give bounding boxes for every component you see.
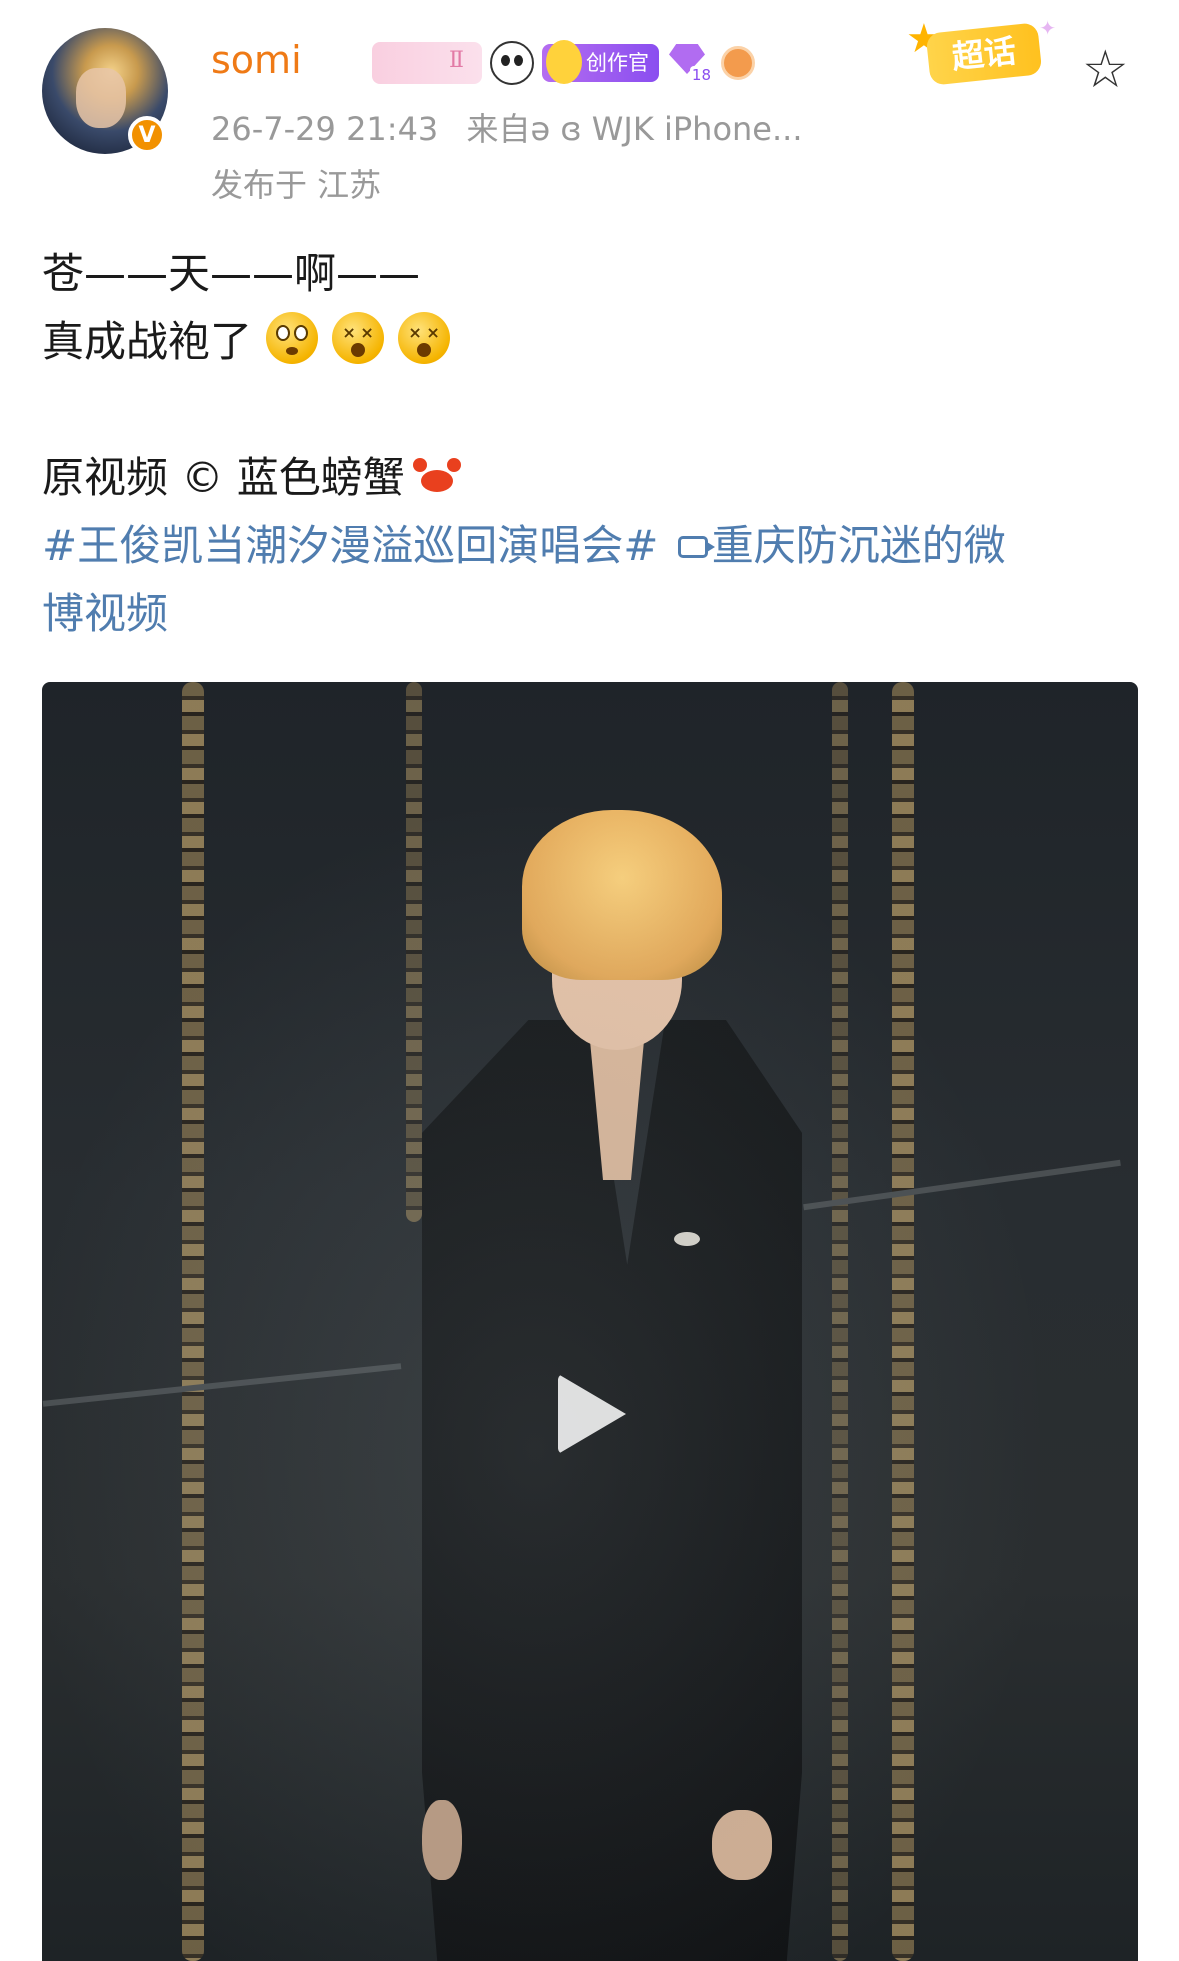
timestamp: 26-7-29 21:43 [211,110,439,148]
post-meta: 26-7-29 21:43 来自ə ɞ WJK iPhone... [211,104,803,150]
content-line-1: 苍——天——啊—— [42,249,421,298]
sparkle-icon: ✦ [1039,16,1056,40]
content-line-2: 真成战袍了 × × × × [42,308,1142,376]
user-badges: Ⅱ 创作官 18 [372,40,755,86]
video-player[interactable] [42,682,1138,1961]
credit-line: 原视频 © 蓝色螃蟹 [42,444,1142,512]
favorite-star-icon[interactable]: ☆ [1082,44,1129,96]
location: 发布于 江苏 [211,166,382,204]
play-icon[interactable] [558,1374,626,1454]
crab-emoji-icon [411,458,463,498]
post-header: V somi Ⅱ 创作官 18 ★ 超话 ✦ ☆ 26-7-29 21:43 来… [0,0,1179,204]
panda-badge-icon[interactable] [490,41,534,85]
video-camera-icon [677,536,715,558]
video-link[interactable]: 重庆防沉迷的微 [712,521,1006,570]
dizzy-face-emoji-icon: × × [398,312,451,364]
hashtag-line: #王俊凯当潮汐漫溢巡回演唱会# 重庆防沉迷的微 [42,512,1142,580]
dizzy-face-emoji-icon: × × [332,312,385,364]
hashtag-link[interactable]: #王俊凯当潮汐漫溢巡回演唱会# [42,521,658,570]
username[interactable]: somi [211,38,302,82]
copyright-symbol: © [181,453,224,502]
ring-badge-icon[interactable] [721,46,755,80]
creator-badge[interactable]: 创作官 [542,40,659,84]
gem-badge-icon[interactable]: 18 [667,42,713,84]
post-content: 苍——天——啊—— 真成战袍了 × × × × 原视频 © 蓝色螃蟹 #王俊凯当潮汐漫溢… [42,240,1142,648]
fan-level-badge[interactable]: Ⅱ [372,42,482,84]
verified-badge: V [128,116,166,154]
credit-name: 蓝色螃蟹 [236,453,405,502]
source[interactable]: 来自ə ɞ WJK iPhone... [466,110,802,148]
flushed-emoji-icon [266,312,319,364]
chaohua-button[interactable]: ★ 超话 ✦ [906,16,1056,86]
stage-fog [42,682,1138,1961]
video-link-continuation[interactable]: 博视频 [42,580,1142,648]
